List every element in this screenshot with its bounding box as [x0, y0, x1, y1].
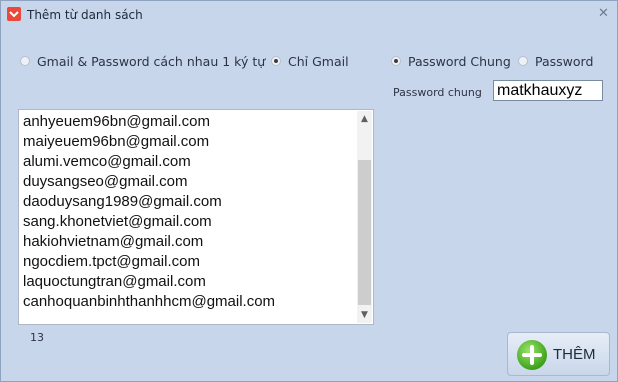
list-item: canhoquanbinhthanhhcm@gmail.com [23, 293, 276, 310]
radio-password-shared[interactable]: Password Chung [391, 53, 511, 69]
window-title: Thêm từ danh sách [27, 8, 143, 22]
email-lines: anhyeuem96bn@gmail.com maiyeuem96bn@gmai… [23, 112, 357, 312]
email-count: 13 [30, 331, 44, 344]
scroll-down-icon[interactable]: ▼ [357, 307, 372, 323]
password-label: Password chung [393, 86, 482, 99]
list-item: sang.khonetviet@gmail.com [23, 213, 212, 230]
email-list-textarea[interactable]: anhyeuem96bn@gmail.com maiyeuem96bn@gmai… [18, 109, 374, 325]
list-item: duysangseo@gmail.com [23, 173, 188, 190]
scroll-thumb[interactable] [358, 160, 371, 305]
radio-gmail-password-separate[interactable]: Gmail & Password cách nhau 1 ký tự [20, 53, 265, 69]
scroll-up-icon[interactable]: ▲ [357, 111, 372, 127]
radio-dot[interactable] [518, 56, 528, 66]
dialog-window: Thêm từ danh sách ✕ Gmail & Password các… [0, 0, 618, 382]
radio-password[interactable]: Password [518, 53, 593, 69]
radio-only-gmail[interactable]: Chỉ Gmail [271, 53, 349, 69]
radio-label: Password Chung [408, 53, 511, 69]
app-icon [7, 7, 21, 21]
radio-dot[interactable] [20, 56, 30, 66]
list-item: laquoctungtran@gmail.com [23, 273, 206, 290]
add-button[interactable]: THÊM [507, 332, 610, 376]
plus-icon [517, 340, 547, 370]
add-button-label: THÊM [553, 346, 596, 363]
vertical-scrollbar[interactable]: ▲ ▼ [357, 111, 372, 323]
radio-label: Chỉ Gmail [288, 53, 349, 69]
title-bar: Thêm từ danh sách ✕ [1, 1, 617, 28]
close-icon[interactable]: ✕ [598, 7, 609, 21]
list-item: ngocdiem.tpct@gmail.com [23, 253, 200, 270]
radio-label: Gmail & Password cách nhau 1 ký tự [37, 53, 266, 69]
radio-label: Password [535, 53, 594, 69]
list-item: alumi.vemco@gmail.com [23, 153, 191, 170]
radio-dot-selected[interactable] [271, 56, 281, 66]
radio-dot-selected[interactable] [391, 56, 401, 66]
list-item: maiyeuem96bn@gmail.com [23, 133, 210, 150]
password-input[interactable]: matkhauxyz [493, 80, 603, 101]
list-item: anhyeuem96bn@gmail.com [23, 113, 210, 130]
list-item: hakiohvietnam@gmail.com [23, 233, 204, 250]
list-item: daoduysang1989@gmail.com [23, 193, 222, 210]
